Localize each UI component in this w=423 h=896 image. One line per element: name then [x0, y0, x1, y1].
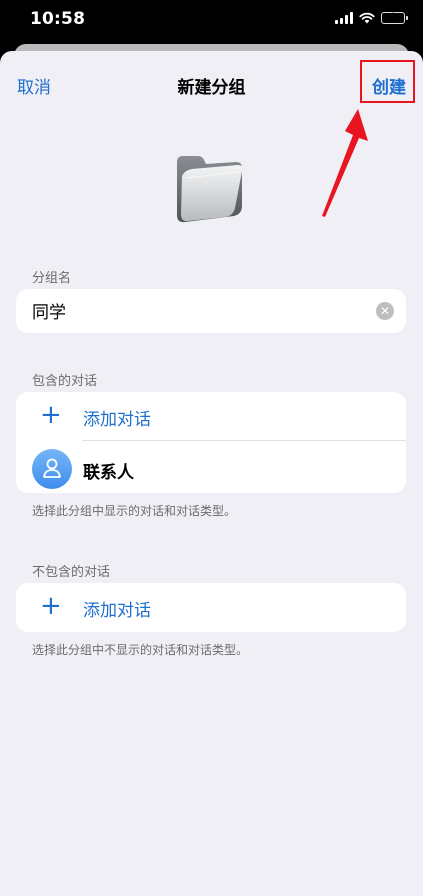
status-time: 10:58: [30, 9, 86, 29]
included-footnote: 选择此分组中显示的对话和对话类型。: [32, 504, 237, 518]
signal-icon: [335, 12, 353, 24]
excluded-section-label: 不包含的对话: [32, 565, 111, 580]
included-add-row[interactable]: + 添加对话: [16, 392, 406, 441]
highlight-box: [360, 60, 415, 103]
group-name-card: ✕: [16, 289, 406, 333]
wifi-icon: [359, 12, 375, 24]
status-icons: ⚡: [335, 11, 408, 24]
included-section-label: 包含的对话: [32, 374, 98, 389]
cancel-button[interactable]: 取消: [17, 73, 51, 98]
excluded-card: + 添加对话: [16, 583, 406, 632]
excluded-add-button[interactable]: 添加对话: [83, 596, 151, 621]
excluded-add-row[interactable]: + 添加对话: [16, 583, 406, 631]
group-name-section-label: 分组名: [32, 271, 72, 286]
clear-icon[interactable]: ✕: [376, 302, 394, 320]
contact-avatar-icon: [32, 449, 72, 489]
group-name-input[interactable]: [32, 300, 332, 320]
status-bar: 10:58 ⚡: [0, 0, 423, 40]
included-card: + 添加对话 联系人: [16, 392, 406, 493]
contacts-row[interactable]: 联系人: [16, 441, 406, 493]
excluded-footnote: 选择此分组中不显示的对话和对话类型。: [32, 643, 249, 657]
plus-icon: +: [40, 400, 62, 430]
folder-icon: [177, 156, 243, 223]
annotation-arrow-icon: [322, 109, 368, 217]
plus-icon: +: [40, 591, 62, 621]
battery-icon: ⚡: [381, 11, 408, 24]
included-add-button[interactable]: 添加对话: [83, 405, 151, 430]
contacts-label: 联系人: [83, 463, 134, 483]
new-folder-sheet: 新建分组 取消 创建 分组名 ✕ 包含的对话 + 添加对话: [0, 51, 423, 896]
